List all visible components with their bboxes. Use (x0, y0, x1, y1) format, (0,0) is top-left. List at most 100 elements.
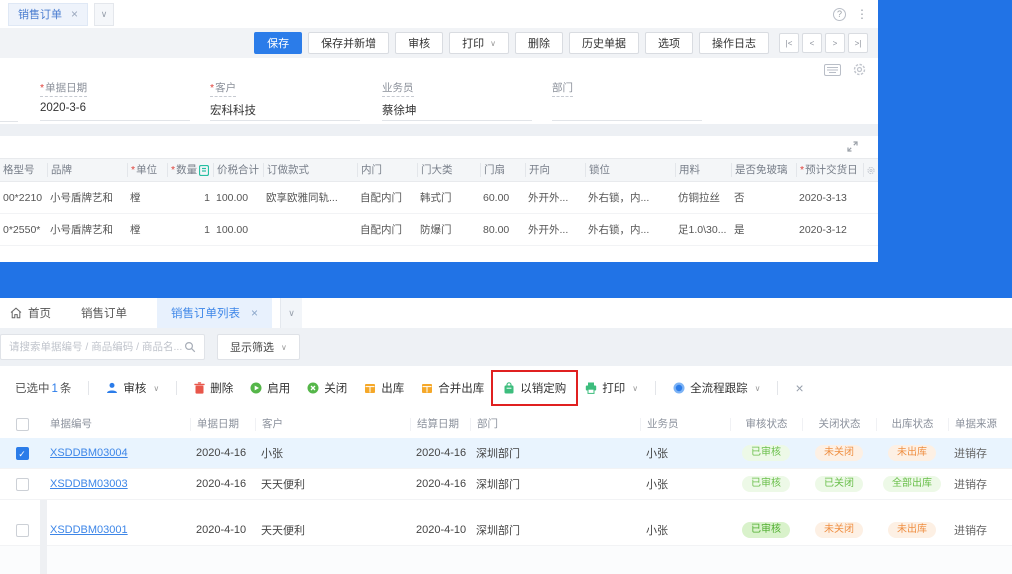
trace-target-icon (673, 382, 685, 394)
order-link[interactable]: XSDDBM03004 (50, 447, 128, 459)
delete-button[interactable]: 删除 (515, 32, 563, 54)
order-date-input[interactable]: 2020-3-6 (40, 102, 190, 121)
col-door-category[interactable]: 门大类 (417, 163, 480, 177)
batch-fill-icon[interactable] (199, 165, 209, 176)
warehouse-box-icon (421, 382, 433, 394)
col-lock-position[interactable]: 锁位 (585, 163, 675, 177)
col-qty[interactable]: *数量 (167, 163, 213, 177)
col-salesman[interactable]: 业务员 (640, 418, 730, 431)
save-and-new-button[interactable]: 保存并新增 (308, 32, 389, 54)
row-checkbox[interactable] (16, 478, 29, 491)
batch-action-bar: 已选中1条 审核 ∨ 删除 (0, 366, 1012, 410)
help-icon[interactable]: ? (833, 8, 846, 21)
col-brand[interactable]: 品牌 (47, 163, 127, 177)
col-material[interactable]: 用料 (675, 163, 731, 177)
person-icon (106, 382, 118, 394)
col-department[interactable]: 部门 (470, 418, 640, 431)
operation-log-button[interactable]: 操作日志 (699, 32, 769, 54)
status-badge: 未出库 (888, 445, 936, 461)
col-close-status[interactable]: 关闭状态 (802, 418, 876, 431)
home-icon (10, 307, 22, 319)
more-vertical-icon[interactable]: ⋮ (856, 7, 868, 21)
tab-sales-order[interactable]: 销售订单 (81, 305, 127, 321)
full-process-trace-button[interactable]: 全流程跟踪 ∨ (673, 380, 760, 396)
order-line-row[interactable]: 00*2210 小号盾牌艺和 樘 1 100.00 欧享欧雅同轨... 自配内门… (0, 182, 878, 214)
col-custom-style[interactable]: 订做款式 (263, 163, 357, 177)
col-delivery-date[interactable]: *预计交货日 (796, 163, 863, 177)
col-source[interactable]: 单据来源 (948, 418, 1012, 431)
history-button[interactable]: 历史单据 (569, 32, 639, 54)
enable-action-button[interactable]: 启用 (250, 380, 290, 396)
select-all-checkbox[interactable] (16, 418, 29, 431)
col-open-direction[interactable]: 开向 (525, 163, 585, 177)
print-action-button[interactable]: 打印 ∨ (585, 380, 638, 396)
prev-record-button[interactable]: < (802, 33, 822, 53)
close-action-button[interactable]: 关闭 (307, 380, 347, 396)
play-circle-icon (250, 382, 262, 394)
col-out-status[interactable]: 出库状态 (876, 418, 948, 431)
delete-action-button[interactable]: 删除 (194, 380, 233, 396)
search-input[interactable] (9, 341, 184, 353)
expand-icon[interactable] (847, 141, 858, 152)
status-badge: 已关闭 (815, 476, 863, 492)
close-tab-icon[interactable]: × (71, 7, 78, 21)
last-record-button[interactable]: >| (848, 33, 868, 53)
tab-list-dropdown[interactable]: ∨ (280, 298, 302, 328)
col-settle-date[interactable]: 结算日期 (410, 418, 470, 431)
col-unit[interactable]: *单位 (127, 163, 167, 177)
row-checkbox[interactable] (16, 524, 29, 537)
first-record-button[interactable]: |< (779, 33, 799, 53)
clear-selection-icon[interactable]: × (795, 380, 803, 396)
sales-order-list-window: 首页 销售订单 销售订单列表 × ∨ 显示筛选 (0, 298, 1012, 574)
record-pagination: |< < > >| (779, 33, 868, 53)
tab-home[interactable]: 首页 (10, 305, 51, 321)
save-button[interactable]: 保存 (254, 32, 302, 54)
gear-icon[interactable] (853, 63, 866, 76)
show-filters-button[interactable]: 显示筛选 ∨ (217, 334, 300, 360)
merge-outbound-action-button[interactable]: 合并出库 (421, 380, 484, 396)
tab-sales-order-list-active[interactable]: 销售订单列表 × (157, 298, 272, 328)
search-icon[interactable] (184, 341, 196, 353)
col-audit-status[interactable]: 审核状态 (730, 418, 802, 431)
col-order-date[interactable]: 单据日期 (190, 418, 255, 431)
order-link[interactable]: XSDDBM03003 (50, 478, 128, 490)
printer-icon (585, 382, 597, 394)
salesman-input[interactable]: 蔡徐坤 (382, 102, 532, 121)
col-inner-door[interactable]: 内门 (357, 163, 417, 177)
table-row[interactable]: ✓ XSDDBM03004 2020-4-16 小张 2020-4-16 深圳部… (0, 438, 1012, 469)
customer-input[interactable]: 宏科科技 (210, 102, 360, 121)
col-door-leaf[interactable]: 门扇 (480, 163, 525, 177)
keyboard-icon[interactable] (824, 64, 841, 76)
order-line-row[interactable]: 0*2550* 小号盾牌艺和 樘 1 100.00 自配内门 防爆门 80.00… (0, 214, 878, 246)
col-glass-flag[interactable]: 是否免玻璃 (731, 163, 796, 177)
audit-button[interactable]: 审核 (395, 32, 443, 54)
column-settings-gear-icon[interactable] (863, 163, 878, 177)
form-table-divider (0, 124, 878, 136)
status-badge: 全部出库 (883, 476, 941, 492)
col-customer[interactable]: 客户 (255, 418, 410, 431)
required-marker: * (171, 163, 175, 177)
close-tab-icon[interactable]: × (251, 306, 258, 320)
table-row[interactable]: XSDDBM03003 2020-4-16 天天便利 2020-4-16 深圳部… (0, 469, 1012, 500)
col-total-amount[interactable]: 价税合计 (213, 163, 263, 177)
table-row[interactable]: XSDDBM03001 2020-4-10 天天便利 2020-4-10 深圳部… (0, 515, 1012, 546)
outbound-action-button[interactable]: 出库 (364, 380, 404, 396)
chevron-down-icon: ∨ (101, 9, 108, 20)
department-input[interactable] (552, 102, 702, 121)
print-button[interactable]: 打印 ∨ (449, 32, 509, 54)
order-link[interactable]: XSDDBM03001 (50, 524, 128, 536)
audit-action-button[interactable]: 审核 ∨ (106, 380, 159, 396)
divider (777, 381, 778, 395)
row-checkbox-checked[interactable]: ✓ (16, 447, 29, 460)
chevron-down-icon: ∨ (288, 308, 295, 319)
col-order-no[interactable]: 单据编号 (44, 418, 190, 431)
options-button[interactable]: 选项 (645, 32, 693, 54)
make-to-order-action-button[interactable]: 以销定购 (503, 380, 566, 396)
tab-list-dropdown[interactable]: ∨ (94, 3, 114, 26)
tab-sales-order[interactable]: 销售订单 × (8, 3, 88, 26)
row-gap (0, 500, 1012, 515)
next-record-button[interactable]: > (825, 33, 845, 53)
status-badge: 未关闭 (815, 522, 863, 538)
col-spec-model[interactable]: 格型号 (0, 163, 47, 177)
sales-order-edit-window: 销售订单 × ∨ ? ⋮ 保存 保存并新增 审核 (0, 0, 878, 262)
